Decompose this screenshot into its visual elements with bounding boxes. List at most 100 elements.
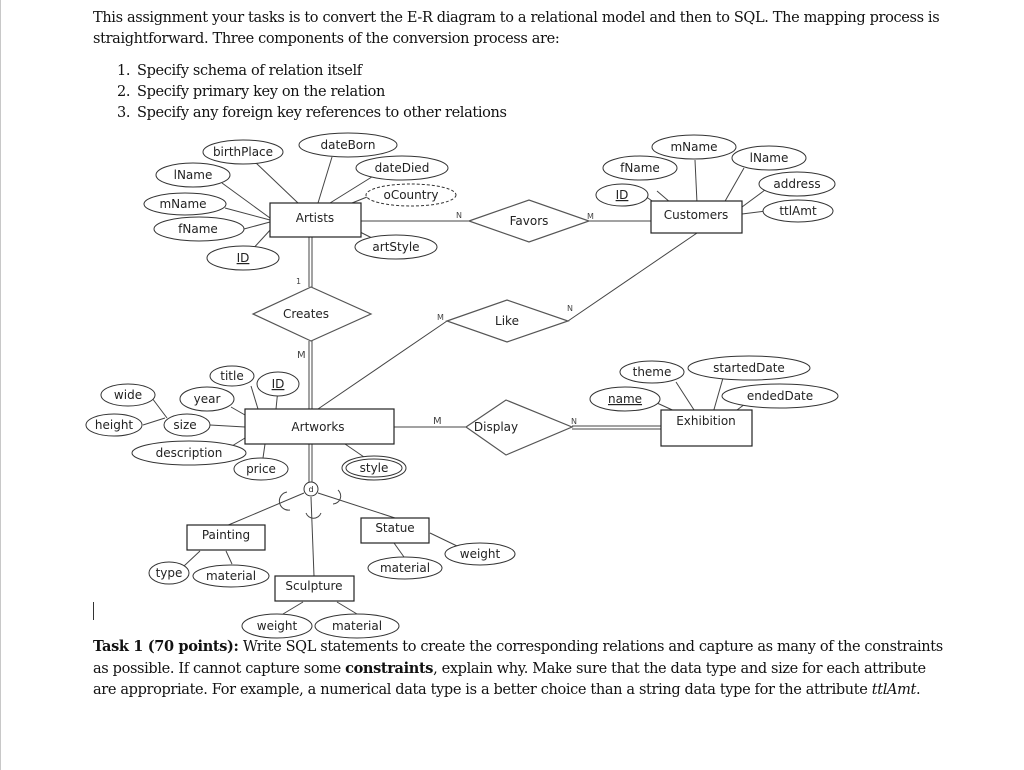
svg-text:endedDate: endedDate: [747, 389, 813, 403]
attribute-theme: theme: [619, 360, 685, 384]
disjoint-label: d: [308, 485, 313, 494]
attribute-id-key: ID: [256, 371, 300, 397]
svg-text:ttlAmt: ttlAmt: [779, 204, 817, 218]
cardinality-label: M: [297, 350, 306, 361]
entity-label: Customers: [664, 208, 729, 222]
cardinality-label: N: [456, 211, 462, 220]
svg-text:fName: fName: [178, 222, 218, 236]
attribute-material: material: [367, 556, 443, 580]
svg-text:wide: wide: [114, 388, 142, 402]
svg-text:material: material: [380, 561, 430, 575]
svg-text:style: style: [360, 461, 389, 475]
attribute-weight: weight: [241, 613, 313, 639]
relationship-label: Creates: [283, 307, 329, 321]
attribute-wide: wide: [100, 383, 156, 407]
attribute-size-composite: size: [163, 413, 211, 437]
attribute-name-key: name: [589, 386, 661, 412]
attribute-type: type: [148, 561, 190, 585]
attribute-price: price: [233, 457, 289, 481]
relationship-label: Display: [474, 420, 518, 434]
disjoint-specialization-circle: d: [303, 481, 319, 497]
attribute-title: title: [209, 365, 255, 387]
svg-text:year: year: [194, 392, 221, 406]
attribute-description: description: [131, 440, 247, 466]
entity-painting: Painting: [186, 524, 266, 551]
svg-text:ID: ID: [616, 188, 629, 202]
attribute-birthplace: birthPlace: [202, 139, 284, 165]
svg-text:size: size: [173, 418, 196, 432]
relationship-label: Like: [495, 314, 519, 328]
entity-label: Statue: [375, 521, 414, 535]
attribute-fname: fName: [602, 155, 678, 181]
attribute-mname: mName: [651, 134, 737, 160]
attribute-height: height: [85, 413, 143, 437]
attribute-fname: fName: [153, 216, 245, 242]
entity-customers: Customers: [650, 200, 743, 234]
entity-label: Exhibition: [676, 414, 736, 428]
attribute-id-key: ID: [206, 245, 280, 271]
cardinality-label: 1: [296, 277, 301, 286]
svg-text:oCountry: oCountry: [383, 188, 438, 202]
relationship-like: Like: [445, 299, 570, 343]
attribute-datedied: dateDied: [355, 155, 449, 181]
svg-text:type: type: [156, 566, 183, 580]
cardinality-label: M: [433, 416, 442, 427]
attribute-mname: mName: [143, 192, 227, 216]
svg-text:dateDied: dateDied: [375, 161, 430, 175]
svg-text:lName: lName: [750, 151, 789, 165]
attribute-lname: lName: [155, 162, 231, 188]
svg-text:material: material: [332, 619, 382, 633]
svg-text:lName: lName: [174, 168, 213, 182]
svg-text:title: title: [220, 369, 243, 383]
svg-text:weight: weight: [257, 619, 298, 633]
attribute-style-multivalued: style: [341, 455, 407, 481]
svg-text:birthPlace: birthPlace: [213, 145, 273, 159]
task-bold-word: constraints: [345, 660, 434, 677]
svg-text:price: price: [246, 462, 276, 476]
attribute-id-key: ID: [595, 183, 649, 207]
svg-text:address: address: [773, 177, 820, 191]
attribute-material: material: [314, 613, 400, 639]
er-diagram: Artists Customers Artworks Exhibition Pa…: [85, 132, 839, 639]
attribute-endeddate: endedDate: [721, 383, 839, 409]
entity-statue: Statue: [360, 517, 430, 544]
svg-text:description: description: [156, 446, 223, 460]
entity-label: Artists: [296, 211, 334, 225]
svg-text:mName: mName: [159, 197, 206, 211]
svg-text:ID: ID: [237, 251, 250, 265]
cardinality-label: M: [587, 212, 594, 221]
cardinality-label: N: [567, 304, 573, 313]
attribute-ocountry-derived: oCountry: [365, 183, 457, 207]
task-heading: Task 1 (70 points):: [93, 638, 239, 655]
svg-text:material: material: [206, 569, 256, 583]
attribute-address: address: [758, 171, 836, 197]
svg-text:ID: ID: [272, 377, 285, 391]
entity-label: Sculpture: [285, 579, 342, 593]
svg-text:weight: weight: [460, 547, 501, 561]
attribute-artstyle: artStyle: [354, 234, 438, 260]
task-text-end: .: [916, 682, 921, 698]
relationship-creates: Creates: [251, 286, 373, 342]
cardinality-label: M: [437, 313, 444, 322]
entity-artworks: Artworks: [244, 408, 395, 445]
relationship-label: Favors: [510, 214, 549, 228]
task-paragraph: Task 1 (70 points): Write SQL statements…: [93, 636, 943, 701]
attribute-material: material: [192, 564, 270, 588]
attribute-dateborn: dateBorn: [298, 132, 398, 158]
attribute-weight: weight: [444, 542, 516, 566]
svg-text:dateBorn: dateBorn: [321, 138, 376, 152]
attribute-year: year: [179, 386, 235, 412]
attribute-starteddate: startedDate: [687, 355, 811, 381]
entity-exhibition: Exhibition: [660, 409, 753, 447]
text-cursor: [93, 602, 94, 620]
relationship-favors: Favors: [467, 199, 591, 243]
entity-artists: Artists: [269, 202, 362, 238]
svg-text:fName: fName: [620, 161, 660, 175]
cardinality-label: N: [571, 417, 577, 426]
svg-text:name: name: [608, 392, 642, 406]
task-italic-word: ttlAmt: [871, 682, 917, 698]
svg-text:height: height: [95, 418, 134, 432]
attribute-ttlamt: ttlAmt: [762, 199, 834, 223]
svg-text:theme: theme: [633, 365, 672, 379]
svg-text:startedDate: startedDate: [713, 361, 785, 375]
